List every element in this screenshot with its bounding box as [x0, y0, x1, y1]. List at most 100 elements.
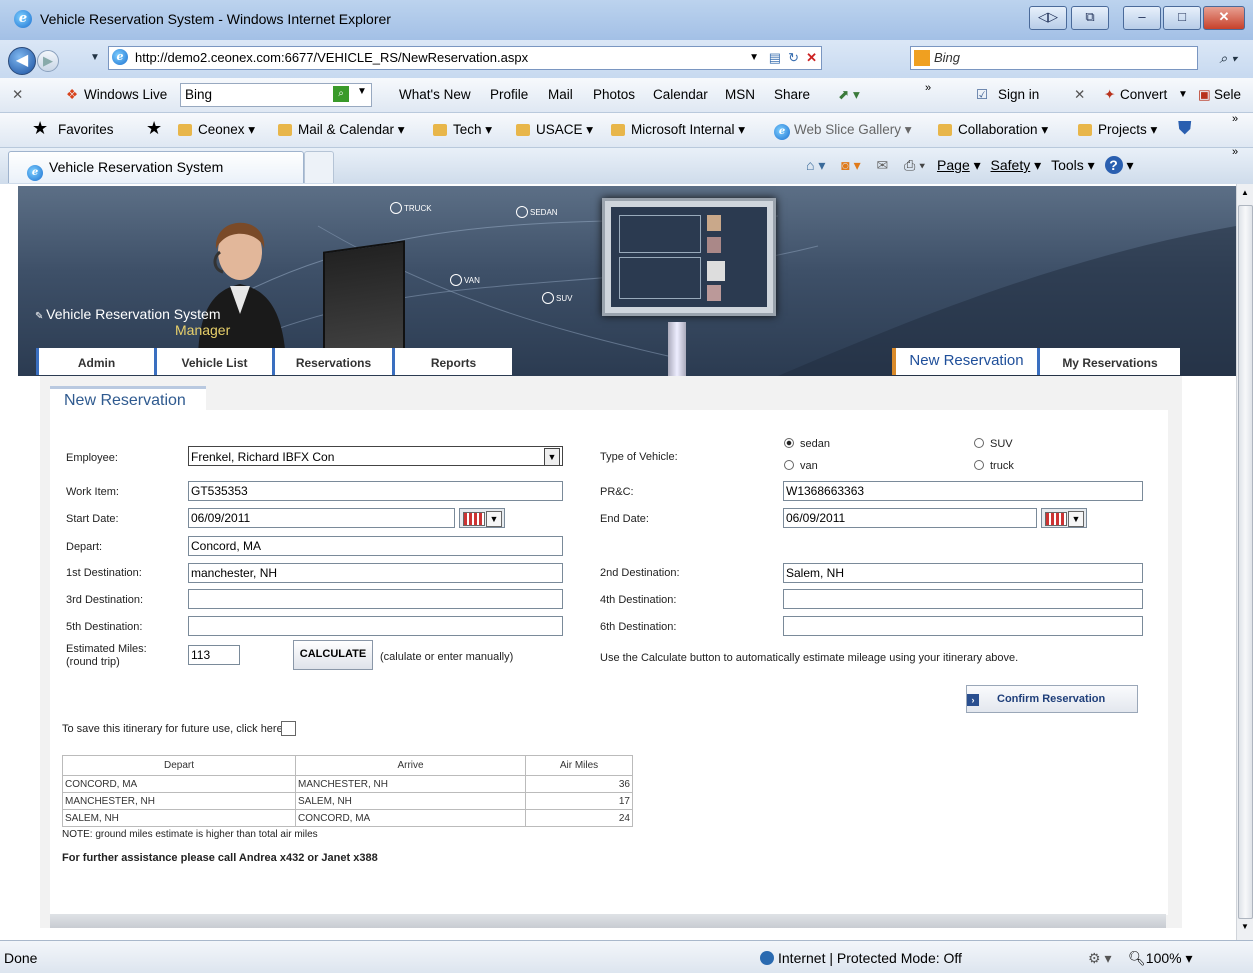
- dest2-input[interactable]: [783, 563, 1143, 583]
- search-input[interactable]: Bing ⌕ ▾: [910, 46, 1237, 70]
- forward-button[interactable]: ▶: [37, 50, 59, 72]
- page-menu[interactable]: Page: [937, 157, 970, 173]
- link-calendar[interactable]: Calendar: [653, 87, 708, 102]
- dest5-label: 5th Destination:: [66, 621, 143, 633]
- fav-projects[interactable]: Projects ▾: [1078, 122, 1157, 138]
- zone-status[interactable]: Internet | Protected Mode: Off: [760, 950, 962, 966]
- dest6-input[interactable]: [783, 616, 1143, 636]
- scroll-up-icon[interactable]: ▲: [1241, 188, 1249, 197]
- shield-icon[interactable]: ⛊: [1178, 118, 1192, 139]
- confirm-reservation-button[interactable]: › Confirm Reservation: [966, 685, 1138, 713]
- maximize-button[interactable]: □: [1163, 6, 1201, 30]
- mail-icon[interactable]: ✉: [877, 157, 889, 173]
- chevron-icon[interactable]: »: [925, 82, 931, 94]
- add-favorites-icon[interactable]: ★: [146, 118, 162, 139]
- fav-tech[interactable]: Tech ▾: [433, 122, 492, 138]
- scroll-down-icon[interactable]: ▼: [1241, 922, 1249, 931]
- safety-menu[interactable]: Safety: [991, 157, 1031, 173]
- nav-vehicle-list[interactable]: Vehicle List: [154, 348, 272, 375]
- save-itinerary-checkbox[interactable]: [281, 721, 296, 736]
- radio-sedan[interactable]: sedan: [784, 438, 830, 450]
- privacy-icon[interactable]: ⚙ ▾: [1088, 950, 1111, 967]
- compat-view-icon[interactable]: ▤: [769, 47, 781, 69]
- home-icon[interactable]: ⌂ ▾: [806, 157, 825, 173]
- flip-icon[interactable]: ◁▷: [1029, 6, 1067, 30]
- close-button[interactable]: ✕: [1203, 6, 1245, 30]
- fav-mail-calendar[interactable]: Mail & Calendar ▾: [278, 122, 405, 138]
- col-header-air-miles: Air Miles: [525, 755, 633, 776]
- radio-van[interactable]: van: [784, 460, 818, 472]
- employee-select[interactable]: Frenkel, Richard IBFX Con ▼: [188, 446, 563, 466]
- refresh-icon[interactable]: ↻: [788, 47, 799, 69]
- cmdbar-chevron-icon[interactable]: »: [1232, 146, 1238, 158]
- convert-dropdown-icon[interactable]: ▼: [1178, 89, 1188, 100]
- convert-button[interactable]: Convert: [1120, 87, 1167, 102]
- start-date-input[interactable]: [188, 508, 455, 528]
- address-dropdown-icon[interactable]: ▼: [749, 47, 759, 69]
- link-profile[interactable]: Profile: [490, 87, 528, 102]
- start-date-calendar-button[interactable]: ▼: [459, 508, 505, 528]
- miles-input[interactable]: [188, 645, 240, 665]
- close-toolbar-icon[interactable]: ✕: [12, 87, 23, 103]
- status-bar: Done Internet | Protected Mode: Off ⚙ ▾ …: [0, 940, 1253, 973]
- scrollbar-thumb[interactable]: [1238, 205, 1253, 919]
- minimize-button[interactable]: –: [1123, 6, 1161, 30]
- print-icon[interactable]: ⎙ ▾: [904, 157, 925, 173]
- windows-live-label[interactable]: Windows Live: [84, 87, 167, 102]
- prc-label: PR&C:: [600, 486, 634, 498]
- live-search-dropdown-icon[interactable]: ▼: [357, 86, 367, 97]
- feeds-icon[interactable]: ◙ ▾: [841, 157, 860, 173]
- nav-reports[interactable]: Reports: [392, 348, 512, 375]
- close-toolbar2-icon[interactable]: ✕: [1074, 87, 1085, 103]
- fav-usace[interactable]: USACE ▾: [516, 122, 593, 138]
- nav-reservations[interactable]: Reservations: [272, 348, 392, 375]
- live-search-icon[interactable]: ⌕: [333, 86, 349, 102]
- dest5-input[interactable]: [188, 616, 563, 636]
- dest3-input[interactable]: [188, 589, 563, 609]
- select-button[interactable]: Sele: [1214, 87, 1241, 102]
- stop-icon[interactable]: ✕: [806, 47, 817, 69]
- search-icon[interactable]: ⌕ ▾: [1219, 47, 1237, 69]
- link-msn[interactable]: MSN: [725, 87, 755, 102]
- live-search-input[interactable]: Bing ⌕ ▼: [180, 83, 372, 107]
- dest1-input[interactable]: [188, 563, 563, 583]
- share-icon[interactable]: ⬈ ▾: [838, 87, 860, 103]
- tab-vehicle-reservation[interactable]: e Vehicle Reservation System: [8, 151, 304, 183]
- history-dropdown-icon[interactable]: ▼: [90, 52, 100, 63]
- select-icon: ▣: [1198, 87, 1211, 102]
- favbar-chevron-icon[interactable]: »: [1232, 113, 1238, 125]
- sign-in-link[interactable]: Sign in: [998, 87, 1039, 102]
- depart-input[interactable]: [188, 536, 563, 556]
- end-date-input[interactable]: [783, 508, 1037, 528]
- link-photos[interactable]: Photos: [593, 87, 635, 102]
- back-button[interactable]: ◀: [8, 47, 36, 75]
- fav-collaboration[interactable]: Collaboration ▾: [938, 122, 1048, 138]
- address-input[interactable]: e http://demo2.ceonex.com:6677/VEHICLE_R…: [108, 46, 822, 70]
- new-tab-button[interactable]: [304, 151, 334, 183]
- link-mail[interactable]: Mail: [548, 87, 573, 102]
- restore-icon[interactable]: ⧉: [1071, 6, 1109, 30]
- depart-label: Depart:: [66, 541, 103, 553]
- prc-input[interactable]: [783, 481, 1143, 501]
- radio-icon: [974, 438, 984, 448]
- dest4-input[interactable]: [783, 589, 1143, 609]
- link-whats-new[interactable]: What's New: [399, 87, 471, 102]
- nav-new-reservation[interactable]: New Reservation: [892, 348, 1037, 375]
- work-item-input[interactable]: [188, 481, 563, 501]
- calculate-button[interactable]: CALCULATE: [293, 640, 373, 670]
- fav-microsoft-internal[interactable]: Microsoft Internal ▾: [611, 122, 745, 138]
- link-share[interactable]: Share: [774, 87, 810, 102]
- fav-ceonex[interactable]: Ceonex ▾: [178, 122, 255, 138]
- end-date-calendar-button[interactable]: ▼: [1041, 508, 1087, 528]
- help-icon[interactable]: ?: [1104, 156, 1123, 174]
- radio-suv[interactable]: SUV: [974, 438, 1013, 450]
- chevron-down-icon[interactable]: ▼: [544, 448, 560, 466]
- tools-menu[interactable]: Tools: [1051, 157, 1084, 173]
- zoom-control[interactable]: 🔍︎100% ▾: [1128, 950, 1193, 967]
- nav-my-reservations[interactable]: My Reservations: [1037, 348, 1180, 375]
- radio-truck[interactable]: truck: [974, 460, 1014, 472]
- favorites-button[interactable]: Favorites: [58, 122, 114, 137]
- fav-web-slice-gallery[interactable]: e Web Slice Gallery ▾: [774, 122, 912, 140]
- display-stand: [668, 322, 686, 376]
- nav-admin[interactable]: Admin: [36, 348, 154, 375]
